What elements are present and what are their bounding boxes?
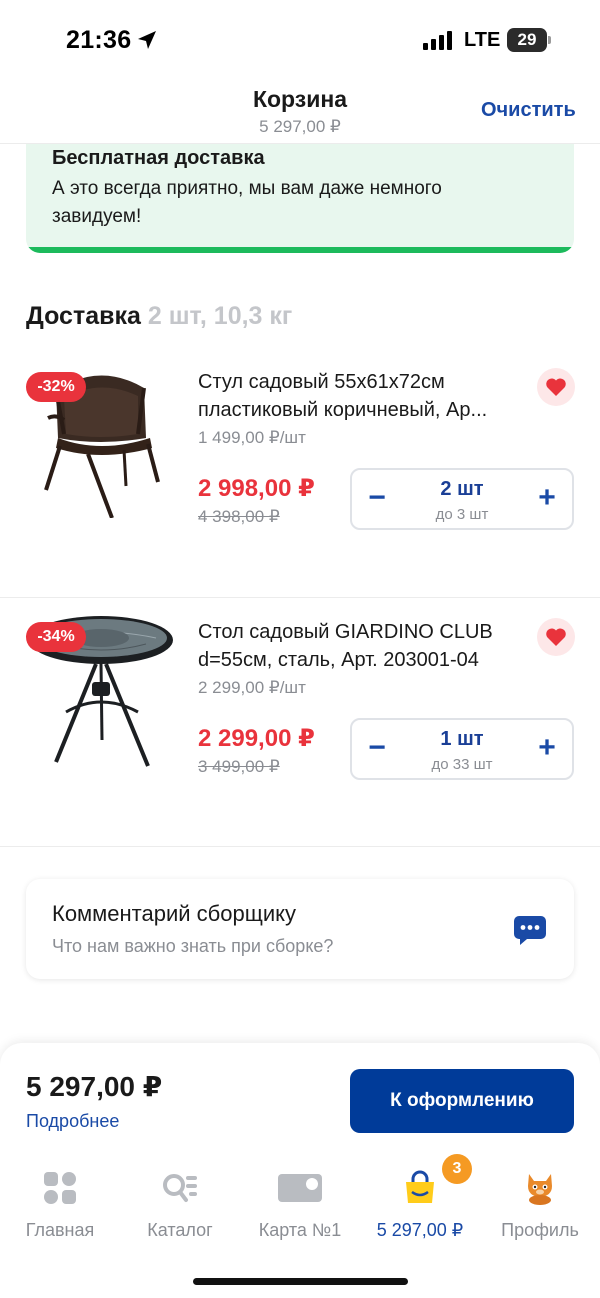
section-title-text: Доставка [26,302,141,330]
checkout-button[interactable]: К оформлению [350,1069,574,1133]
banner-progress-bar [26,247,574,253]
tab-label: Профиль [501,1220,579,1240]
chat-bubble-icon [514,916,546,945]
item-old-price: 3 499,00 ₽ [198,757,280,776]
home-indicator [193,1278,408,1285]
cart-total: 5 297,00 ₽ [26,1071,163,1102]
cart-bag-icon [406,1170,434,1203]
comment-title: Комментарий сборщику [52,901,297,926]
quantity-value: 1 шт [440,728,484,750]
status-time: 21:36 [66,26,132,54]
signal-bars-icon [423,31,452,50]
quantity-value: 2 шт [440,478,484,500]
assembler-comment-field[interactable]: Комментарий сборщику Что нам важно знать… [26,879,574,979]
unit-price: 1 499,00 ₽/шт [198,428,306,447]
location-arrow-icon [138,31,156,49]
delivery-section-title: Доставка 2 шт, 10,3 кг [26,302,292,331]
quantity-max: до 33 шт [431,756,493,773]
profile-cat-icon [528,1174,552,1205]
item-price: 2 299,00 ₽ [198,725,315,752]
unit-price: 2 299,00 ₽/шт [198,678,306,697]
decrease-quantity-button[interactable]: − [352,720,402,778]
discount-badge: -32% [26,372,86,402]
quantity-stepper: − 1 шт до 33 шт + [350,718,574,780]
increase-quantity-button[interactable]: + [522,720,572,778]
heart-icon [546,378,566,396]
cart-item: -34% Стол садовый GIARDINO CLUB d=55см, … [0,608,600,858]
item-title[interactable]: Стол садовый GIARDINO CLUB d=55см, сталь… [198,618,528,674]
quantity-max: до 3 шт [435,506,489,523]
catalog-search-icon [163,1174,197,1202]
free-delivery-banner: Бесплатная доставка А это всегда приятно… [26,144,574,253]
tab-home[interactable]: Главная [0,1170,120,1250]
item-old-price: 4 398,00 ₽ [198,507,280,526]
network-type: LTE [464,29,501,51]
clear-cart-button[interactable]: Очистить [481,99,576,122]
tab-label: Карта №1 [258,1220,342,1240]
tab-catalog[interactable]: Каталог [120,1170,240,1250]
quantity-stepper: − 2 шт до 3 шт + [350,468,574,530]
home-grid-icon [44,1172,76,1204]
favorite-button[interactable] [537,368,575,406]
status-bar: 21:36 LTE 29 [0,0,600,80]
item-title[interactable]: Стул садовый 55х61х72см пластиковый кори… [198,368,528,424]
battery-icon: 29 [507,28,551,52]
cart-item: -32% Стул садовый 55х61х72см пластиковый… [0,358,600,608]
heart-icon [546,628,566,646]
tab-profile[interactable]: Профиль [480,1170,600,1250]
discount-badge: -34% [26,622,86,652]
tab-label: Главная [25,1220,95,1240]
loyalty-card-icon [278,1174,322,1202]
details-link[interactable]: Подробнее [26,1111,119,1132]
tab-label: Каталог [147,1220,213,1240]
favorite-button[interactable] [537,618,575,656]
banner-text: А это всегда приятно, мы вам даже немног… [52,178,442,227]
item-divider [0,597,600,598]
section-meta: 2 шт, 10,3 кг [147,302,293,330]
tab-label: 5 297,00 ₽ [376,1220,464,1240]
cart-count-badge: 3 [442,1154,472,1184]
banner-title: Бесплатная доставка [52,147,265,169]
comment-placeholder: Что нам важно знать при сборке? [52,936,334,956]
increase-quantity-button[interactable]: + [522,470,572,528]
tab-loyalty-card[interactable]: Карта №1 [240,1170,360,1250]
item-price: 2 998,00 ₽ [198,475,315,502]
battery-level: 29 [517,30,537,49]
decrease-quantity-button[interactable]: − [352,470,402,528]
item-divider [0,846,600,847]
